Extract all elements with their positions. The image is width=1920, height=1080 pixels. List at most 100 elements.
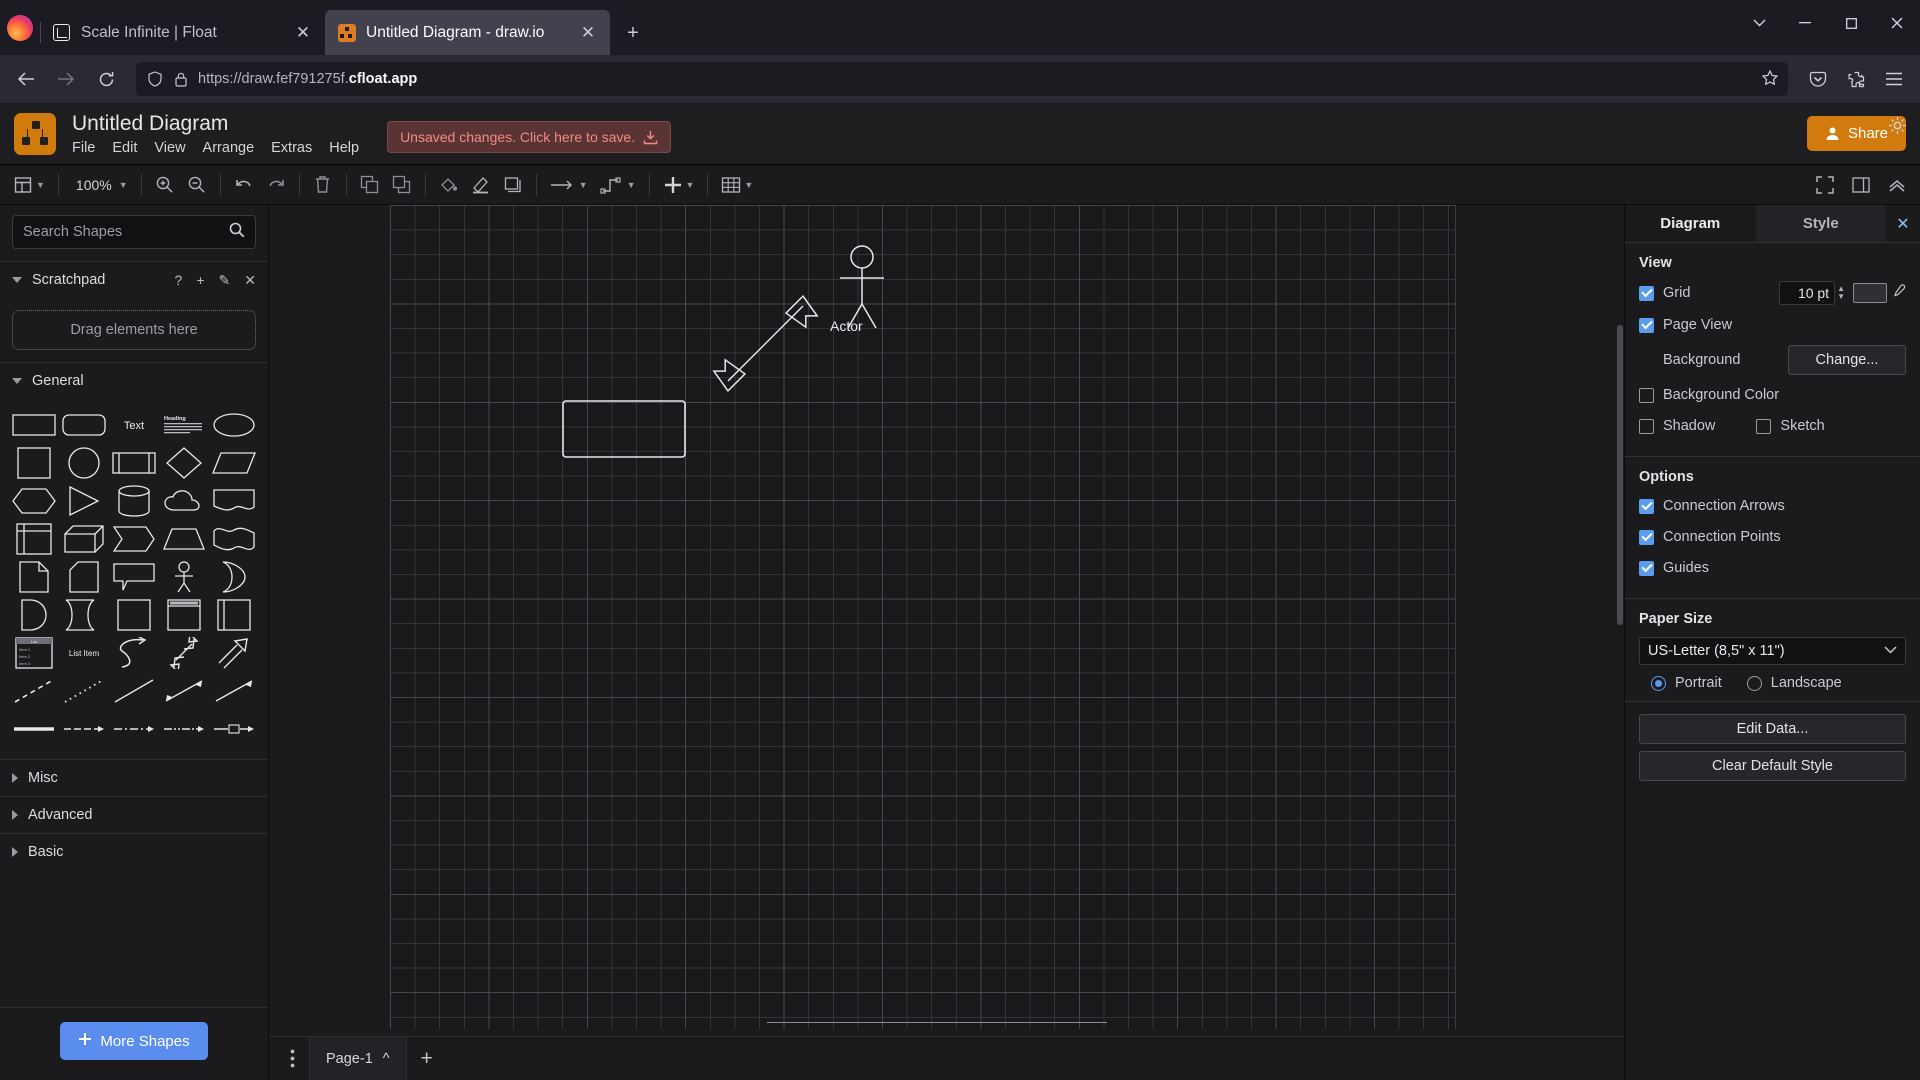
page-view-checkbox[interactable] [1639,317,1654,333]
shape-cube[interactable] [60,523,108,555]
shape-internal-storage[interactable] [10,523,58,555]
connection-points-checkbox[interactable] [1639,529,1654,545]
shape-actor[interactable] [160,561,208,593]
unsaved-changes-banner[interactable]: Unsaved changes. Click here to save. [387,121,672,153]
background-change-button[interactable]: Change... [1788,345,1906,375]
scratchpad-dropzone[interactable]: Drag elements here [12,310,256,350]
canvas-vertical-scrollbar[interactable] [1617,325,1623,625]
search-icon[interactable] [229,222,245,243]
new-tab-button[interactable]: + [616,16,650,50]
guides-checkbox[interactable] [1639,560,1654,576]
shape-and[interactable] [10,599,58,631]
waypoints-icon[interactable]: ▼ [595,170,641,200]
shape-block-arrow[interactable] [210,637,258,669]
shape-document[interactable] [210,485,258,517]
menu-view[interactable]: View [154,140,185,156]
shape-ellipse[interactable] [210,409,258,441]
shape-data-storage[interactable] [60,599,108,631]
shape-curved-arrow[interactable] [110,637,158,669]
shape-process[interactable] [110,447,158,479]
sidebar-section-basic[interactable]: Basic [0,833,268,870]
shape-step[interactable] [110,523,158,555]
tab-diagram[interactable]: Diagram [1625,205,1756,242]
grid-color-swatch[interactable] [1853,283,1887,303]
shape-rectangle[interactable] [10,409,58,441]
menu-extras[interactable]: Extras [271,140,312,156]
diagram-canvas[interactable]: Actor [269,205,1624,1036]
menu-help[interactable]: Help [329,140,359,156]
shape-triangle[interactable] [60,485,108,517]
shape-thick-line[interactable] [10,713,58,745]
theme-toggle-icon[interactable] [1889,117,1906,139]
shape-or[interactable] [210,561,258,593]
shape-dotted-line[interactable] [60,675,108,707]
to-front-icon[interactable] [355,170,385,200]
shape-dash-dot-arrow[interactable] [110,713,158,745]
browser-tab-2[interactable]: Untitled Diagram - draw.io ✕ [325,10,610,55]
landscape-radio[interactable] [1746,675,1762,691]
shape-rounded-rectangle[interactable] [60,409,108,441]
shape-directional-line[interactable] [210,675,258,707]
redo-icon[interactable] [261,170,291,200]
shape-text[interactable]: Text [110,409,158,441]
collapse-icon[interactable] [1882,170,1912,200]
shape-list-item[interactable]: List Item [60,637,108,669]
fullscreen-icon[interactable] [1810,170,1840,200]
shape-hexagon[interactable] [10,485,58,517]
view-icon[interactable]: ▼ [8,170,50,200]
shape-square[interactable] [10,447,58,479]
page-tab-page-1[interactable]: Page-1 ^ [309,1036,407,1080]
shape-vertical-container[interactable] [160,599,208,631]
zoom-out-icon[interactable] [182,170,212,200]
trash-icon[interactable] [308,170,338,200]
connection-arrows-checkbox[interactable] [1639,498,1654,514]
search-shapes-box[interactable] [12,215,256,249]
shape-labeled-arrow[interactable] [210,713,258,745]
shape-list[interactable]: List Item 1 Item 2 Item 3 [10,637,58,669]
zoom-level-button[interactable]: 100% ▼ [67,170,133,200]
background-color-checkbox[interactable] [1639,387,1654,403]
url-bar[interactable]: https://draw.fef791275f.cfloat.app [136,62,1788,96]
to-back-icon[interactable] [387,170,417,200]
menu-edit[interactable]: Edit [112,140,137,156]
fill-color-icon[interactable] [434,170,464,200]
menu-file[interactable]: File [72,140,95,156]
undo-icon[interactable] [229,170,259,200]
pocket-icon[interactable] [1800,62,1836,96]
page-sheet[interactable]: Actor [390,205,1456,1029]
sidebar-section-misc[interactable]: Misc [0,759,268,796]
clear-default-style-button[interactable]: Clear Default Style [1639,751,1906,781]
shape-plain-line[interactable] [110,675,158,707]
search-input[interactable] [23,224,229,240]
grid-checkbox[interactable] [1639,285,1654,301]
shape-rhombus[interactable] [160,447,208,479]
add-page-button[interactable]: + [407,1037,447,1080]
shape-dashed-line[interactable] [10,675,58,707]
shape-tape[interactable] [210,523,258,555]
shape-card[interactable] [60,561,108,593]
tab-style[interactable]: Style [1755,205,1886,242]
close-window-button[interactable] [1874,0,1920,46]
shape-circle[interactable] [60,447,108,479]
shape-dash-dot-dot-arrow[interactable] [160,713,208,745]
maximize-button[interactable] [1828,0,1874,46]
shape-heading-text[interactable]: Heading [160,409,208,441]
shape-cylinder[interactable] [110,485,158,517]
grid-size-stepper[interactable]: ▲ ▼ [1837,285,1845,301]
close-icon[interactable]: ✕ [244,272,256,289]
sidebar-section-scratchpad[interactable]: Scratchpad ? + ✎ ✕ [0,261,268,298]
grid-size-input[interactable]: 10 pt [1779,281,1836,305]
document-title[interactable]: Untitled Diagram [72,112,359,136]
format-panel-icon[interactable] [1846,170,1876,200]
connection-arrow-icon[interactable]: ▼ [545,170,593,200]
insert-icon[interactable]: ▼ [658,170,700,200]
add-icon[interactable]: + [196,272,204,288]
app-menu-icon[interactable] [1876,62,1912,96]
vertical-dots-icon[interactable] [275,1042,309,1076]
list-all-tabs-icon[interactable] [1736,0,1782,46]
edit-data-button[interactable]: Edit Data... [1639,714,1906,744]
zoom-in-icon[interactable] [150,170,180,200]
shape-cloud[interactable] [160,485,208,517]
chevron-up-icon[interactable]: ^ [383,1051,390,1067]
tab-close-icon[interactable]: ✕ [293,24,313,41]
